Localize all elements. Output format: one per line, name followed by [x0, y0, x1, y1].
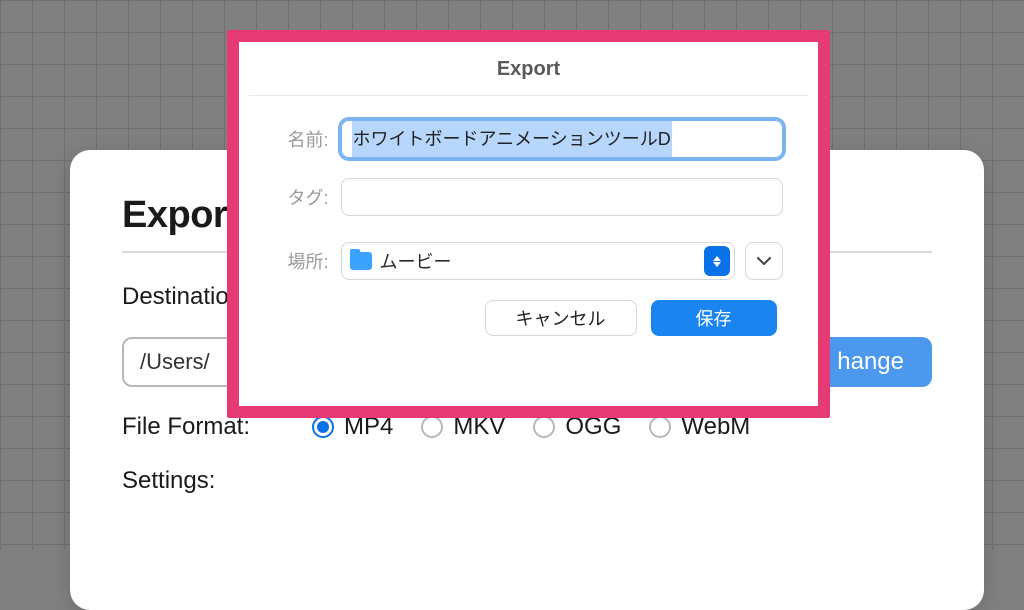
chevron-down-icon [757, 256, 771, 266]
radio-dot-icon [533, 416, 555, 438]
destination-path-text: /Users/ [140, 349, 210, 375]
export-save-sheet: Export 名前: ホワイトボードアニメーションツールD タグ: 場所: [249, 42, 809, 360]
radio-dot-icon [312, 416, 334, 438]
folder-icon [350, 252, 372, 270]
annotation-highlight: Export 名前: ホワイトボードアニメーションツールD タグ: 場所: [227, 30, 830, 418]
sheet-title-bar: Export [249, 42, 809, 96]
tags-input[interactable] [341, 178, 783, 216]
place-select[interactable]: ムービー [341, 242, 735, 280]
radio-dot-icon [649, 416, 671, 438]
sheet-title: Export [249, 58, 809, 81]
place-label: 場所: [275, 248, 329, 274]
save-button[interactable]: 保存 [651, 300, 777, 336]
expand-button[interactable] [745, 242, 783, 280]
radio-dot-icon [421, 416, 443, 438]
place-value: ムービー [380, 248, 452, 274]
name-value-selected: ホワイトボードアニメーションツールD [352, 121, 672, 157]
name-input[interactable]: ホワイトボードアニメーションツールD [341, 120, 783, 158]
settings-label: Settings: [122, 467, 272, 495]
name-label: 名前: [275, 126, 329, 152]
cancel-button[interactable]: キャンセル [485, 300, 637, 336]
tags-label: タグ: [275, 184, 329, 210]
updown-icon [704, 246, 730, 276]
